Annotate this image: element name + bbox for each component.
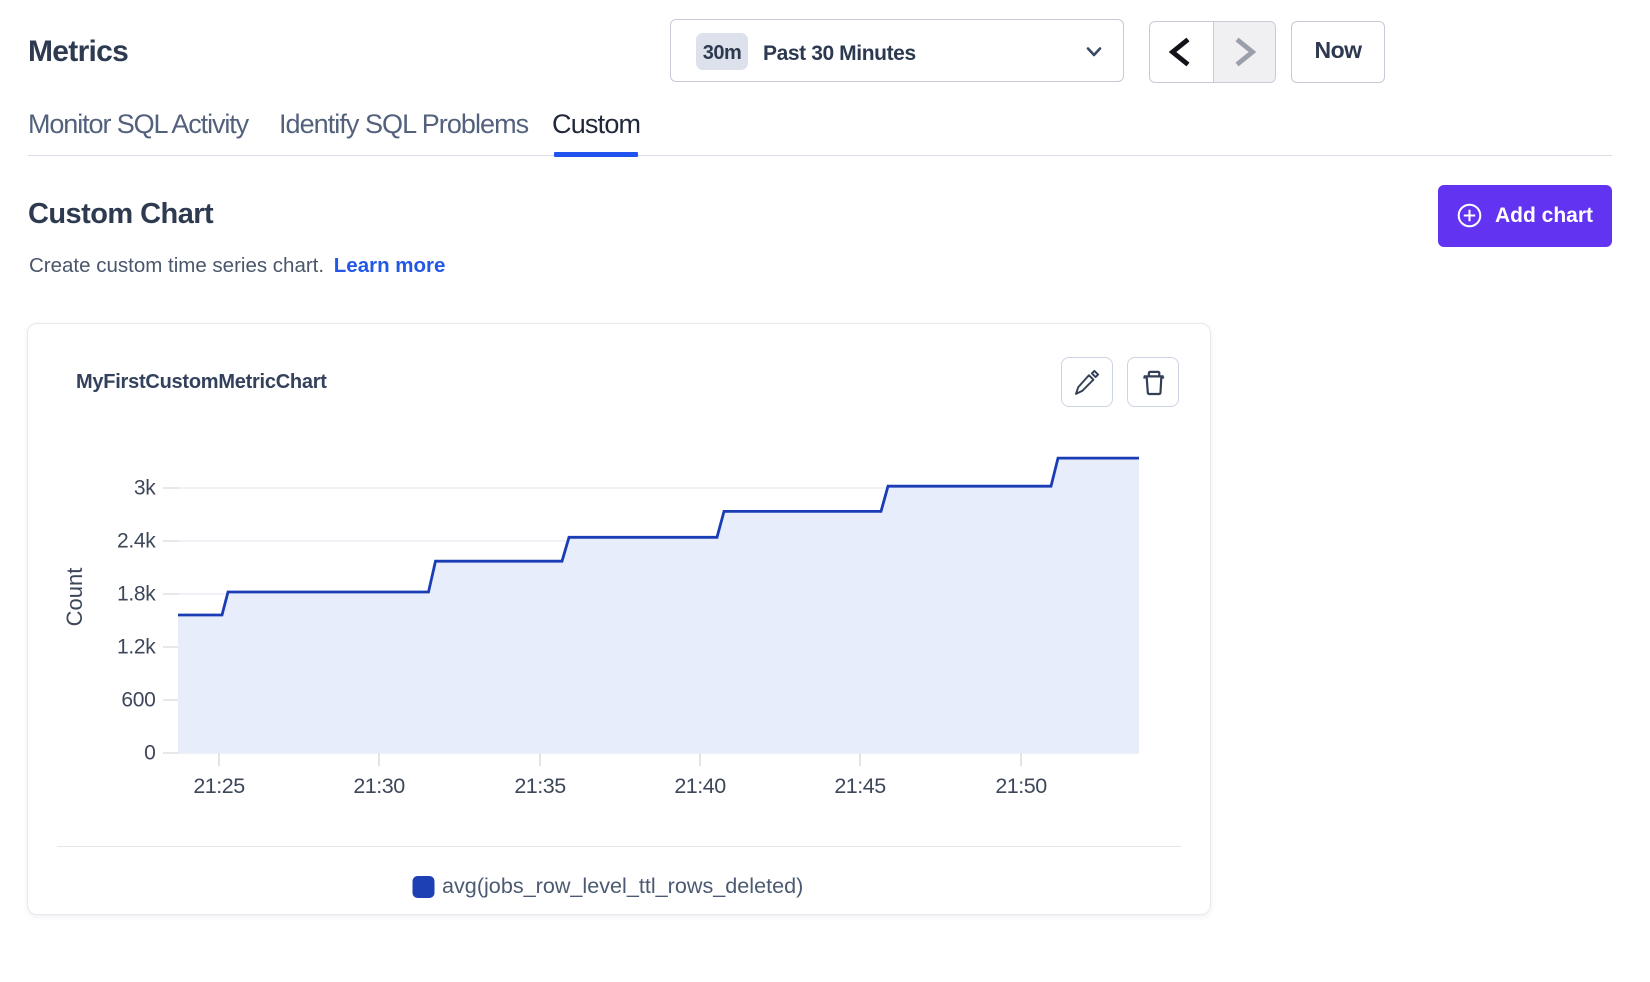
svg-text:21:50: 21:50 <box>995 774 1047 798</box>
svg-text:3k: 3k <box>134 477 156 500</box>
svg-text:600: 600 <box>121 689 155 712</box>
svg-text:21:30: 21:30 <box>353 774 405 798</box>
svg-text:21:25: 21:25 <box>193 774 245 798</box>
svg-text:0: 0 <box>144 742 155 765</box>
svg-text:2.4k: 2.4k <box>117 530 156 553</box>
svg-text:21:35: 21:35 <box>514 774 566 798</box>
svg-text:21:40: 21:40 <box>674 774 726 798</box>
svg-text:1.2k: 1.2k <box>117 636 156 659</box>
svg-text:21:45: 21:45 <box>834 774 886 798</box>
svg-text:avg(jobs_row_level_ttl_rows_de: avg(jobs_row_level_ttl_rows_deleted) <box>442 873 803 898</box>
svg-text:1.8k: 1.8k <box>117 583 156 606</box>
svg-text:Count: Count <box>62 568 87 627</box>
